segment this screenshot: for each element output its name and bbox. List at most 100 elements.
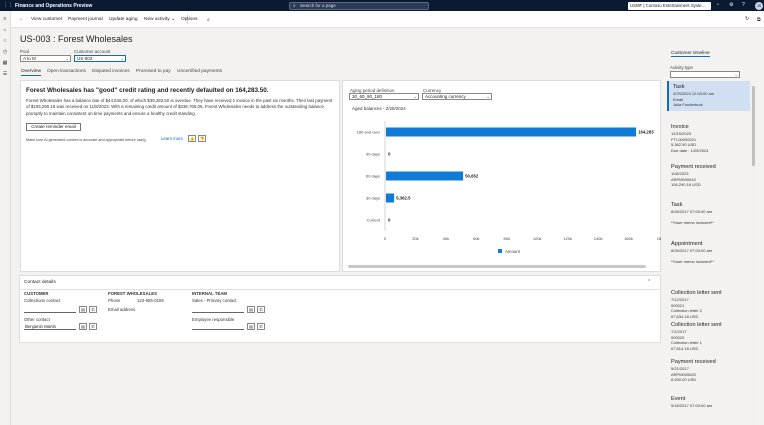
chart-title: Aged balances - 2/28/2024 — [352, 106, 406, 111]
timeline-item[interactable]: Payment received 5/21/2017 ARPM000620 8,590… — [667, 356, 750, 386]
phone-icon[interactable]: ✆ — [89, 306, 97, 313]
options-button[interactable]: Options — [181, 17, 198, 22]
create-reminder-email-button[interactable]: Create reminder email — [26, 123, 81, 131]
thumbs-down-icon[interactable]: 👎 — [198, 135, 206, 142]
chevron-up-icon[interactable]: ⌃ — [647, 279, 651, 285]
contact-lookup-icon[interactable]: ▤ — [79, 306, 87, 313]
waffle-icon[interactable]: ⋮⋮ — [3, 2, 13, 8]
bar — [386, 171, 464, 181]
x-tick-label: 0 — [384, 236, 387, 241]
home-icon[interactable]: ⌂ — [0, 27, 10, 33]
data-label: 0 — [388, 218, 391, 223]
sales-contact-field[interactable] — [192, 307, 244, 313]
contact-details-card: Contact details ⌃ CUSTOMER Collections c… — [19, 275, 661, 343]
timeline-item-title: Task — [673, 84, 685, 90]
back-icon[interactable]: ← — [19, 17, 24, 22]
aging-period-select[interactable]: 30_60_90_180 ⌄ — [349, 93, 419, 100]
new-activity-button[interactable]: New activity ⌄ — [144, 17, 175, 22]
activity-type-select[interactable]: ⌄ — [670, 71, 740, 78]
timeline-item[interactable]: Event 5/18/2017 07:00:00 am — [667, 393, 750, 412]
timeline-item-title: Event — [671, 396, 686, 402]
legend-label: Amount — [505, 249, 521, 254]
tab-overview[interactable]: Overview — [21, 69, 41, 76]
timeline-item[interactable]: Task 2/29/2024 12:00:00 am Email Julia Fund… — [667, 81, 750, 111]
timeline-scrollbar[interactable] — [751, 82, 755, 425]
timeline-item[interactable]: Payment received 11/8/2023 ARPM000610 106,2… — [667, 161, 750, 191]
category-label: 180 and over — [357, 130, 381, 135]
other-contact-field[interactable]: Benjamin Martin — [24, 324, 76, 330]
tab-promised-to-pay[interactable]: Promised to pay — [136, 69, 171, 74]
data-label: 50,652 — [465, 174, 479, 179]
app-title: Finance and Operations Preview — [15, 2, 93, 9]
timeline-item[interactable]: Collection letter sent 7/12/2017 000021 Col… — [667, 287, 750, 322]
hamburger-icon[interactable]: ≡ — [0, 16, 10, 22]
currency-select[interactable]: Accounting currency ⌄ — [422, 93, 492, 100]
x-tick-label: 80k — [504, 236, 510, 241]
legend-swatch — [498, 249, 502, 253]
category-label: 60 days — [366, 174, 380, 179]
summary-card: Forest Wholesales has "good" credit rati… — [20, 80, 340, 272]
bar — [386, 127, 637, 137]
email-label: Email address — [108, 307, 136, 312]
summary-heading: Forest Wholesales has "good" credit rati… — [26, 87, 269, 94]
payment-journal-button[interactable]: Payment journal — [68, 17, 103, 22]
favorites-icon[interactable]: ☆ — [0, 38, 10, 44]
pool-value: A to M — [23, 56, 36, 61]
scrollbar-thumb[interactable] — [751, 86, 755, 166]
recent-icon[interactable]: ◷ — [0, 49, 10, 55]
category-label: 30 days — [366, 196, 380, 201]
timeline-item-detail: 8,590.00 USD — [671, 377, 697, 383]
tab-uncertified-payments[interactable]: Uncertified payments — [177, 69, 222, 74]
notification-icon[interactable]: ◔ — [716, 2, 719, 8]
view-customer-button[interactable]: View customer — [31, 17, 62, 22]
refresh-icon[interactable]: ↻ — [745, 17, 749, 22]
phone-icon[interactable]: ✆ — [257, 306, 265, 313]
collections-contact-label: Collections contact — [24, 298, 61, 303]
timeline-item-title: Invoice — [671, 124, 689, 130]
tab-open-transactions[interactable]: Open transactions — [47, 69, 86, 74]
tab-disputed-invoices[interactable]: Disputed invoices — [92, 69, 130, 74]
account-select[interactable]: US-003 ⌄ — [74, 55, 126, 62]
pool-label: Pool — [20, 49, 30, 54]
aging-chart-card: Aging period definition 30_60_90_180 ⌄ Cu… — [342, 80, 661, 272]
thumbs-up-icon[interactable]: 👍 — [188, 135, 196, 142]
contact-lookup-icon[interactable]: ▤ — [79, 323, 87, 330]
learn-more-link[interactable]: Learn more — [161, 136, 183, 141]
chevron-down-icon: ⌄ — [170, 16, 175, 22]
chevron-down-icon: ⌄ — [734, 72, 738, 77]
timeline-item[interactable]: Task 8/26/2017 07:00:00 am **User memo in… — [667, 199, 750, 229]
horizontal-scrollbar[interactable] — [348, 265, 646, 268]
collections-contact-field[interactable] — [24, 307, 76, 313]
contact-lookup-icon[interactable]: ▤ — [247, 306, 255, 313]
settings-icon[interactable]: ⚙ — [729, 2, 733, 8]
activity-type-label: Activity type — [670, 65, 693, 70]
search-icon[interactable]: ⌕ — [207, 17, 210, 23]
chevron-down-icon: ⌄ — [413, 94, 417, 99]
contact-lookup-icon[interactable]: ▤ — [247, 323, 255, 330]
phone-label: Phone — [108, 298, 121, 303]
timeline-item[interactable]: Invoice 12/15/2023 FTI-00000021 5,362.50 US… — [667, 121, 750, 156]
divider — [20, 289, 660, 290]
customer-timeline-header[interactable]: Customer timeline — [671, 51, 710, 57]
data-label: 5,362.5 — [396, 196, 411, 201]
phone-icon[interactable]: ✆ — [89, 323, 97, 330]
help-icon[interactable]: ? — [742, 2, 745, 8]
avatar[interactable]: JS — [755, 1, 763, 10]
search-box[interactable]: ⌕ Search for a page — [289, 1, 429, 10]
update-aging-button[interactable]: Update aging — [109, 17, 138, 22]
pool-select[interactable]: A to M ⌄ — [20, 55, 71, 62]
timeline-item[interactable]: Appointment 8/26/2017 07:00:00 am **User … — [667, 238, 750, 268]
timeline-item[interactable]: Collection letter sent 7/1/2017 000020 Coll… — [667, 319, 750, 354]
timeline-item-detail: 5/18/2017 07:00:00 am — [671, 403, 713, 408]
timeline-item-title: Payment received — [671, 359, 716, 365]
data-label: 0 — [388, 152, 391, 157]
phone-icon[interactable]: ✆ — [257, 323, 265, 330]
chevron-down-icon: ⌄ — [65, 56, 69, 61]
workspaces-icon[interactable]: ▦ — [0, 60, 10, 66]
company-selector[interactable]: USMF | Contoso Entertainment Syste... — [628, 1, 711, 10]
timeline-item-title: Collection letter sent — [671, 290, 722, 296]
popout-icon[interactable]: ⧉ — [757, 17, 760, 23]
employee-responsible-field[interactable] — [192, 324, 244, 330]
timeline-item-title: Appointment — [671, 241, 703, 247]
modules-icon[interactable]: ☰ — [0, 71, 10, 77]
